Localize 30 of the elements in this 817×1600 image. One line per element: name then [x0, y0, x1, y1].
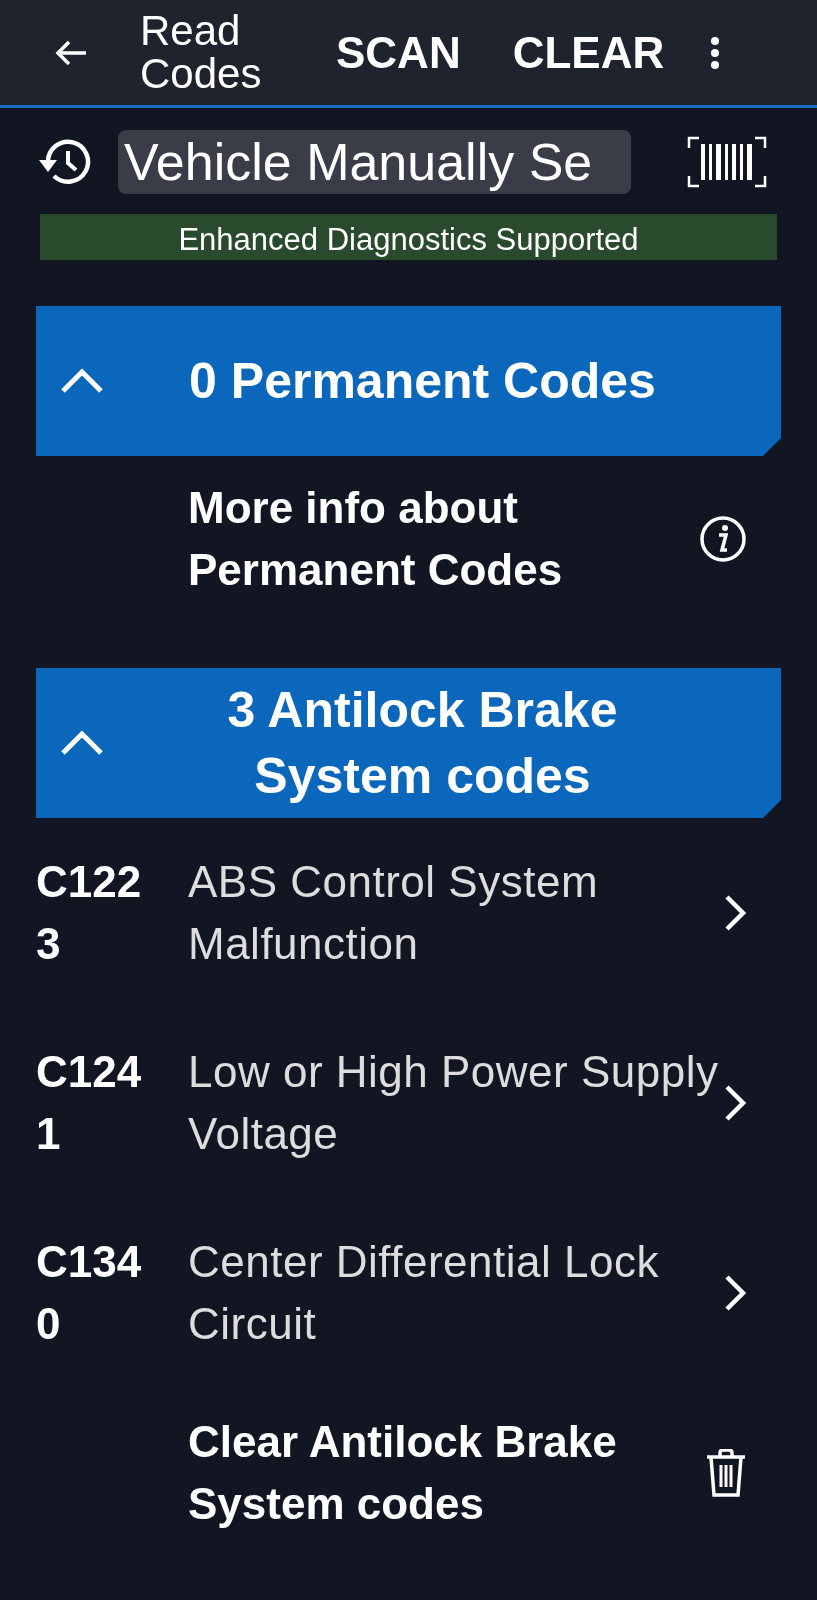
- info-link-text: More info about Permanent Codes: [187, 482, 564, 596]
- section-header[interactable]: 0 Permanent Codes: [36, 306, 781, 456]
- chevron-up-icon: [60, 368, 104, 394]
- code-description: Center Differential Lock Circuit: [187, 1236, 660, 1350]
- chevron-right-icon[interactable]: [723, 1084, 747, 1122]
- clear-codes-text: Clear Antilock Brake System codes: [187, 1416, 618, 1530]
- barcode-scan-icon[interactable]: [687, 136, 767, 188]
- status-banner: Enhanced Diagnostics Supported: [40, 214, 777, 260]
- trouble-code: C1340: [36, 1236, 143, 1350]
- chevron-up-icon: [60, 730, 104, 756]
- trouble-code: C1241: [36, 1046, 143, 1160]
- toolbar-action-button[interactable]: CLEAR: [486, 19, 691, 86]
- section-header[interactable]: 3 Antilock Brake System codes: [36, 668, 781, 818]
- code-description: ABS Control System Malfunction: [187, 856, 600, 970]
- code-row[interactable]: C1241 Low or High Power Supply Voltage: [0, 1008, 817, 1198]
- info-icon[interactable]: [699, 515, 747, 563]
- code-row[interactable]: C1340 Center Differential Lock Circuit: [0, 1198, 817, 1388]
- clear-codes-row[interactable]: Clear Antilock Brake System codes: [0, 1388, 817, 1558]
- trouble-code: C1223: [36, 856, 143, 970]
- back-icon[interactable]: [54, 38, 88, 67]
- screen-title: Read Codes: [140, 9, 263, 96]
- code-description: Low or High Power Supply Voltage: [187, 1046, 720, 1160]
- code-row[interactable]: C1223 ABS Control System Malfunction: [0, 818, 817, 1008]
- vehicle-field[interactable]: Vehicle Manually Se: [118, 130, 631, 194]
- more-icon[interactable]: [710, 35, 721, 70]
- chevron-right-icon[interactable]: [723, 894, 747, 932]
- trash-icon[interactable]: [705, 1449, 747, 1497]
- chevron-right-icon[interactable]: [723, 1274, 747, 1312]
- info-row[interactable]: More info about Permanent Codes: [0, 456, 817, 622]
- toolbar-action-button[interactable]: SCAN: [310, 19, 487, 86]
